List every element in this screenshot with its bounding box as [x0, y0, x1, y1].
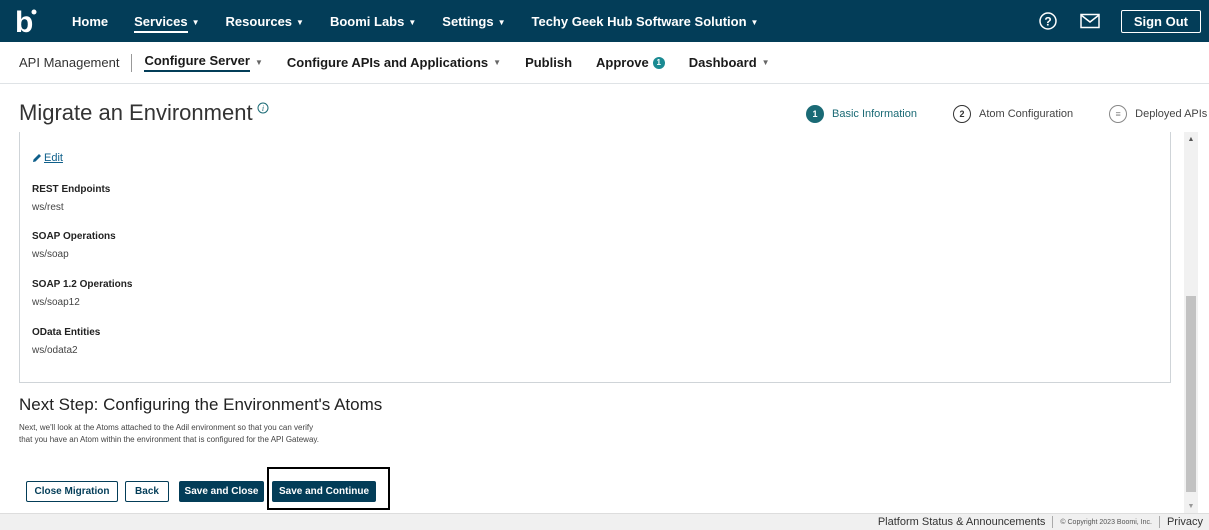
topnav-link-label: Home: [72, 13, 109, 29]
next-step-description: Next, we'll look at the Atoms attached t…: [19, 422, 419, 446]
topnav-link-label: Techy Geek Hub Software Solution: [531, 13, 747, 29]
topnav-link-resources[interactable]: Resources ▼: [226, 14, 304, 29]
caret-down-icon: ▼: [191, 17, 200, 27]
step-number-circle: 2: [952, 105, 971, 123]
next-step-heading: Next Step: Configuring the Environment's…: [19, 395, 383, 414]
vertical-scrollbar[interactable]: ▲ ▼: [1184, 132, 1198, 513]
caret-down-icon: ▼: [408, 17, 417, 27]
topnav-link-boomi-labs[interactable]: Boomi Labs ▼: [330, 14, 416, 29]
scroll-up-arrow-icon[interactable]: ▲: [1184, 132, 1198, 146]
field-label: SOAP 1.2 Operations: [32, 279, 133, 290]
close-migration-button[interactable]: Close Migration: [26, 481, 118, 502]
list-icon: ≡: [1109, 105, 1128, 123]
subnav-item-label: Publish: [525, 55, 573, 70]
svg-text:b: b: [15, 6, 33, 36]
subnav-item-label: Approve: [596, 55, 649, 70]
wizard-steps: 1 Basic Information 2 Atom Configuration ≡ De…: [806, 105, 1207, 123]
caret-down-icon: ▼: [296, 17, 304, 27]
scroll-down-arrow-icon[interactable]: ▼: [1184, 499, 1198, 513]
topnav-link-home[interactable]: Home: [72, 14, 108, 29]
sub-navigation-bar: API Management Configure Server ▼ Configur…: [0, 42, 1209, 84]
next-step-line-1: Next, we'll look at the Atoms attached t…: [19, 423, 314, 432]
footer-divider: [1158, 516, 1160, 528]
save-and-close-button[interactable]: Save and Close: [179, 481, 264, 502]
step-number-circle: 1: [806, 105, 824, 123]
caret-down-icon: ▼: [493, 58, 502, 67]
caret-down-icon: ▼: [761, 58, 770, 67]
wizard-step-label: Basic Information: [832, 108, 917, 120]
subnav-item-configure-apis-and-applications[interactable]: Configure APIs and Applications ▼: [287, 55, 501, 70]
field-value: ws/soap: [32, 249, 69, 260]
field-label: SOAP Operations: [32, 231, 116, 242]
scrollbar-thumb[interactable]: [1186, 296, 1196, 492]
privacy-link[interactable]: Privacy: [1167, 516, 1203, 528]
caret-down-icon: ▼: [254, 58, 263, 67]
field-value: ws/rest: [32, 202, 64, 213]
approve-count-badge: 1: [652, 56, 665, 69]
topnav-link-label: Settings: [442, 13, 494, 29]
topnav-link-label: Resources: [225, 13, 293, 29]
copyright-text: © Copyright 2023 Boomi, Inc.: [1060, 518, 1152, 526]
subnav-item-configure-server[interactable]: Configure Server ▼: [144, 53, 263, 72]
wizard-step-2[interactable]: 2 Atom Configuration: [952, 105, 1074, 123]
caret-down-icon: ▼: [750, 17, 759, 27]
footer-divider: [1052, 516, 1054, 528]
wizard-step-3[interactable]: ≡ Deployed APIs: [1109, 105, 1207, 123]
subnav-item-dashboard[interactable]: Dashboard ▼: [689, 55, 770, 70]
edit-label: Edit: [44, 152, 63, 164]
svg-text:?: ?: [1044, 15, 1051, 29]
topnav-link-label: Boomi Labs: [329, 13, 405, 29]
footer: Platform Status & Announcements © Copyri…: [0, 513, 1209, 530]
environment-details-panel: Edit REST Endpoints ws/rest SOAP Operation…: [19, 132, 1171, 383]
top-navigation-bar: b Home Services ▼ Resources ▼ Boomi Labs ▼ Sett…: [0, 0, 1209, 42]
subnav-item-approve[interactable]: Approve 1: [596, 55, 665, 70]
topnav-link-label: Services: [134, 13, 188, 33]
info-icon[interactable]: i: [257, 102, 269, 114]
topnav-link-techy-geek-hub-software-solution[interactable]: Techy Geek Hub Software Solution ▼: [532, 14, 759, 29]
wizard-step-1[interactable]: 1 Basic Information: [806, 105, 917, 123]
subnav-item-label: Configure APIs and Applications: [286, 55, 489, 70]
help-icon[interactable]: ?: [1037, 10, 1059, 32]
back-button[interactable]: Back: [125, 481, 169, 502]
boomi-logo[interactable]: b: [4, 0, 48, 42]
topnav-link-settings[interactable]: Settings ▼: [442, 14, 505, 29]
subnav-item-publish[interactable]: Publish: [525, 55, 572, 70]
field-value: ws/soap12: [32, 297, 80, 308]
mail-icon[interactable]: [1079, 10, 1101, 32]
pencil-icon: [33, 154, 41, 162]
save-and-continue-button[interactable]: Save and Continue: [272, 481, 376, 502]
field-label: REST Endpoints: [32, 184, 111, 195]
wizard-step-label: Atom Configuration: [978, 108, 1074, 120]
svg-text:i: i: [261, 104, 263, 113]
wizard-step-label: Deployed APIs: [1135, 108, 1208, 120]
topnav-link-services[interactable]: Services ▼: [134, 13, 200, 33]
caret-down-icon: ▼: [497, 17, 506, 27]
platform-status-link[interactable]: Platform Status & Announcements: [878, 516, 1046, 528]
subnav-item-label: Dashboard: [688, 55, 757, 70]
field-value: ws/odata2: [32, 345, 78, 356]
page-title: Migrate an Environment i: [19, 100, 269, 126]
subnav-title: API Management: [19, 53, 133, 72]
page-title-text: Migrate an Environment: [19, 100, 253, 125]
sign-out-button[interactable]: Sign Out: [1120, 9, 1201, 33]
next-step-line-2: that you have an Atom within the environ…: [19, 435, 320, 444]
subnav-item-label: Configure Server: [144, 53, 250, 72]
field-label: OData Entities: [32, 327, 101, 338]
edit-link[interactable]: Edit: [32, 152, 63, 164]
